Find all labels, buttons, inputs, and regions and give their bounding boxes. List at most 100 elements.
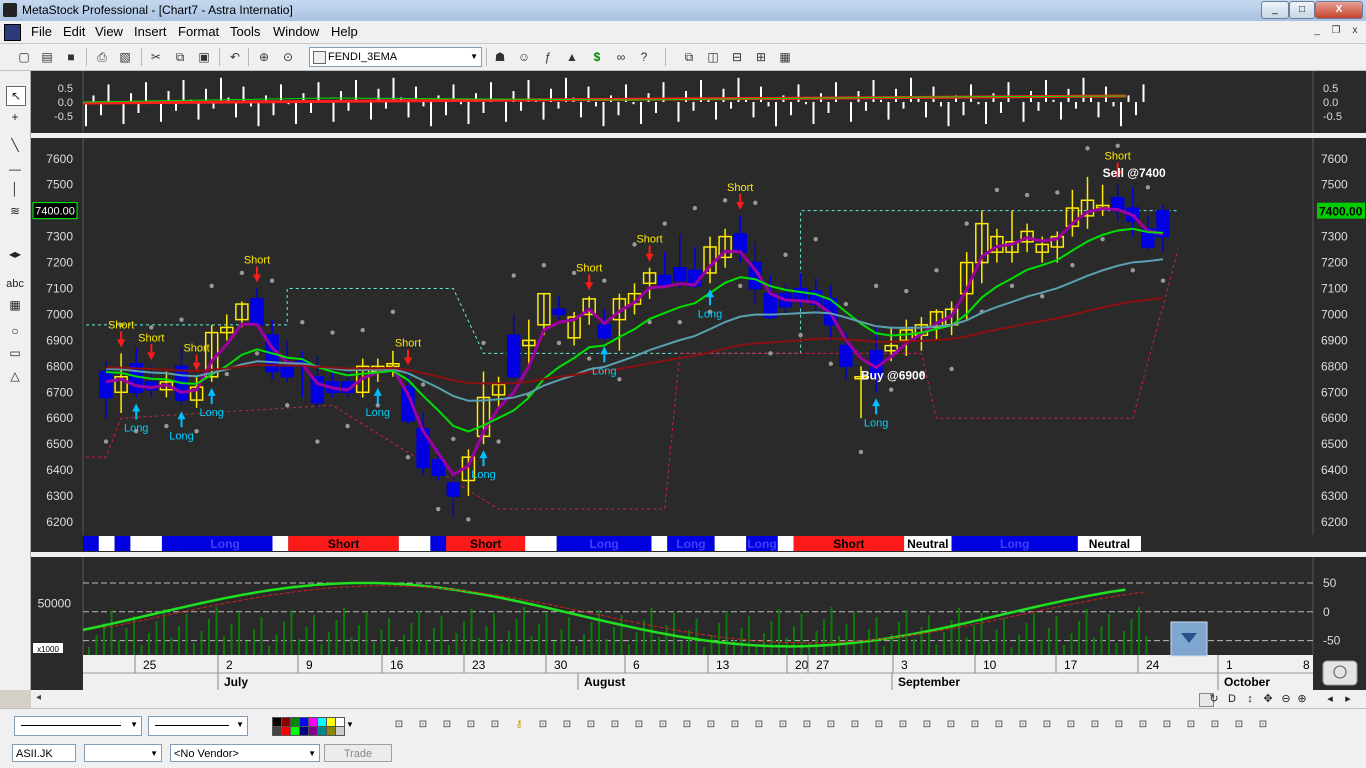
indicator-icon[interactable]: ⊡ — [534, 718, 552, 732]
binoculars-icon[interactable]: ∞ — [613, 49, 629, 65]
fibonacci-icon[interactable]: ≋ — [6, 202, 24, 220]
chart-area[interactable]: 0.5 0.5 0.0 0.0 -0.5 -0.5 Short Short Short Shor… — [31, 71, 1366, 690]
vertical-resize-icon[interactable]: ↕ — [1243, 692, 1257, 706]
indicator-icon[interactable]: ⊡ — [822, 718, 840, 732]
indicator-icon[interactable]: ⊡ — [630, 718, 648, 732]
save-icon[interactable]: ■ — [63, 49, 79, 65]
dollar-icon[interactable]: $ — [589, 49, 605, 65]
print-preview-icon[interactable]: ▧ — [117, 49, 133, 65]
indicator-icon[interactable]: ⊡ — [1110, 718, 1128, 732]
close-button[interactable]: X — [1315, 1, 1363, 19]
indicator-icon[interactable]: ⊡ — [486, 718, 504, 732]
crosshair-icon[interactable]: + — [6, 108, 24, 126]
horizontal-line-icon[interactable]: — — [6, 160, 24, 178]
scroll-end-icon[interactable]: ▸ — [1341, 692, 1355, 706]
indicator-icon[interactable]: ⊡ — [798, 718, 816, 732]
ellipse-icon[interactable]: ○ — [6, 322, 24, 340]
indicator-icon[interactable]: ⊡ — [990, 718, 1008, 732]
cut-icon[interactable]: ✂ — [148, 49, 164, 65]
indicator-icon[interactable]: ⊡ — [966, 718, 984, 732]
grid-icon[interactable]: ▦ — [6, 296, 24, 314]
crosshair-icon[interactable]: ⊕ — [256, 49, 272, 65]
line-style-select[interactable]: ▼ — [14, 716, 142, 736]
pointer-icon[interactable]: ↖ — [6, 86, 26, 106]
mdi-restore-button[interactable]: ❐ — [1329, 24, 1343, 38]
print-icon[interactable]: ⎙ — [94, 49, 110, 65]
indicator-icon[interactable]: ⊡ — [942, 718, 960, 732]
symbol-input[interactable]: ASII.JK — [12, 744, 76, 762]
menu-help[interactable]: Help — [331, 24, 358, 39]
open-icon[interactable]: ▤ — [39, 49, 55, 65]
copy-icon[interactable]: ⧉ — [172, 49, 188, 65]
indicator-icon[interactable]: ⊡ — [774, 718, 792, 732]
indicator-icon[interactable]: ⊡ — [390, 718, 408, 732]
menu-view[interactable]: View — [95, 24, 123, 39]
arrange-icon[interactable]: ▦ — [777, 49, 793, 65]
help-pointer-icon[interactable]: ? — [636, 49, 652, 65]
indicator-icon[interactable]: ⊡ — [606, 718, 624, 732]
comment-icon[interactable] — [1322, 660, 1358, 686]
indicator-icon[interactable]: ⊡ — [582, 718, 600, 732]
menu-insert[interactable]: Insert — [134, 24, 167, 39]
indicator-icon[interactable]: ⊡ — [1230, 718, 1248, 732]
indicator-icon[interactable]: ⊡ — [1014, 718, 1032, 732]
mdi-minimize-button[interactable]: _ — [1310, 24, 1324, 38]
menu-edit[interactable]: Edit — [63, 24, 85, 39]
system-tester-icon[interactable]: ▲ — [564, 49, 580, 65]
indicator-icon[interactable]: ⊡ — [462, 718, 480, 732]
template-select[interactable]: FENDI_3EMA ▼ — [309, 47, 482, 67]
vertical-line-icon[interactable]: │ — [6, 180, 24, 198]
indicator-icon[interactable]: ⊡ — [894, 718, 912, 732]
indicator-icon[interactable]: ⊡ — [1134, 718, 1152, 732]
menu-window[interactable]: Window — [273, 24, 319, 39]
indicator-icon[interactable]: ⊡ — [870, 718, 888, 732]
panel-splitter[interactable] — [31, 133, 1366, 138]
menu-format[interactable]: Format — [178, 24, 219, 39]
chart-document-icon[interactable] — [4, 24, 21, 41]
explorer-icon[interactable]: ☗ — [492, 49, 508, 65]
paste-icon[interactable]: ▣ — [196, 49, 212, 65]
undo-icon[interactable]: ↶ — [227, 49, 243, 65]
mdi-close-button[interactable]: x — [1348, 24, 1362, 38]
tile-vertical-icon[interactable]: ◫ — [705, 49, 721, 65]
rectangle-icon[interactable]: ▭ — [6, 344, 24, 362]
indicator-icon[interactable]: ⊡ — [654, 718, 672, 732]
periodicity-icon[interactable]: D — [1225, 692, 1239, 706]
indicator-icon[interactable]: ⊡ — [438, 718, 456, 732]
horizontal-resize-icon[interactable]: ✥ — [1261, 692, 1275, 706]
zoom-in-icon[interactable]: ⊕ — [1295, 692, 1309, 706]
indicator-icon[interactable]: ⊡ — [1158, 718, 1176, 732]
panel-splitter[interactable] — [31, 552, 1366, 557]
indicator-icon[interactable]: ⊡ — [1206, 718, 1224, 732]
trade-button[interactable]: Trade — [324, 744, 392, 762]
indicator-icon[interactable]: ⊡ — [846, 718, 864, 732]
indicator-icon[interactable]: ⊡ — [750, 718, 768, 732]
indicator-icon[interactable]: ⊡ — [1038, 718, 1056, 732]
menu-file[interactable]: File — [31, 24, 52, 39]
window-cascade-icon[interactable]: ⧉ — [681, 49, 697, 65]
indicator-icon[interactable]: ⊡ — [1086, 718, 1104, 732]
scroll-start-icon[interactable]: ◂ — [1323, 692, 1337, 706]
metastock-app-icon[interactable] — [3, 3, 17, 17]
maximize-button[interactable]: □ — [1289, 1, 1315, 19]
zoom-icon[interactable]: ⊙ — [280, 49, 296, 65]
tile-horizontal-icon[interactable]: ⊟ — [729, 49, 745, 65]
security-select[interactable]: ▼ — [84, 744, 162, 762]
tile-grid-icon[interactable]: ⊞ — [753, 49, 769, 65]
zoom-out-icon[interactable]: ⊖ — [1279, 692, 1293, 706]
expert-icon[interactable]: ☺ — [516, 49, 532, 65]
indicator-icon[interactable]: ⊡ — [678, 718, 696, 732]
color-palette[interactable]: ▼ — [270, 717, 354, 736]
menu-tools[interactable]: Tools — [230, 24, 260, 39]
minimize-button[interactable]: _ — [1261, 1, 1289, 19]
vendor-select[interactable]: <No Vendor> ▼ — [170, 744, 320, 762]
formula-icon[interactable]: ƒ — [540, 49, 556, 65]
line-weight-select[interactable]: ▼ — [148, 716, 248, 736]
key-icon[interactable]: ⚷ — [510, 718, 528, 732]
indicator-icon[interactable]: ⊡ — [1182, 718, 1200, 732]
triangle-icon[interactable]: △ — [6, 367, 24, 385]
new-icon[interactable]: ▢ — [16, 49, 32, 65]
indicator-icon[interactable]: ⊡ — [1062, 718, 1080, 732]
indicator-icon[interactable]: ⊡ — [918, 718, 936, 732]
text-icon[interactable]: abc — [6, 275, 24, 293]
